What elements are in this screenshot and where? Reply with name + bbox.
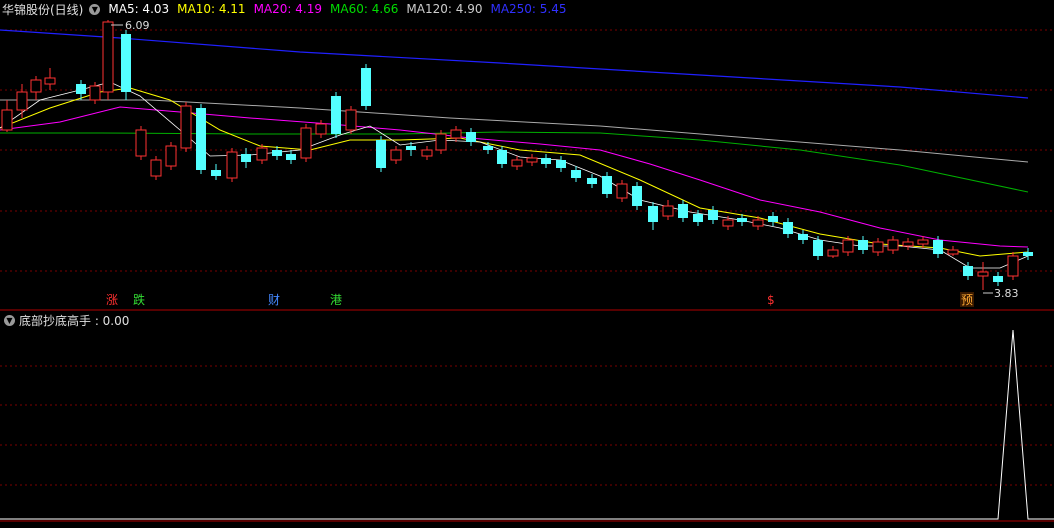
price-chart[interactable]: 6.09 3.83 涨 跌 财 港 $ 预 (0, 0, 1054, 528)
candle-body (466, 132, 476, 142)
candle-body (798, 234, 808, 240)
candle-body (331, 96, 341, 134)
candle-body (737, 218, 747, 222)
candle-body (556, 160, 566, 168)
candle-body (315, 123, 327, 135)
grid (0, 29, 1054, 486)
candle-body (887, 239, 899, 251)
candle-body (693, 214, 703, 222)
candle-body (1007, 255, 1019, 277)
candle-body (497, 150, 507, 164)
ma120-line (0, 99, 1029, 163)
candle-body (44, 77, 56, 85)
candle-body (678, 204, 688, 218)
event-tag-rise[interactable]: 涨 (106, 292, 118, 307)
event-tag-forecast[interactable]: 预 (961, 293, 973, 307)
candle-body (180, 105, 192, 149)
chevron-down-icon[interactable]: ▼ (4, 314, 15, 326)
candle-body (616, 183, 628, 199)
candle-body (196, 108, 206, 170)
event-tag-finance[interactable]: 财 (268, 293, 280, 307)
candle-body (722, 219, 734, 227)
candle-body (435, 133, 447, 151)
candlesticks (1, 20, 1033, 290)
event-tag-hk[interactable]: 港 (330, 293, 342, 307)
candle-body (226, 151, 238, 179)
candle-body (211, 170, 221, 176)
candle-body (450, 129, 462, 139)
candle-body (421, 149, 433, 157)
candle-body (827, 249, 839, 257)
candle-body (526, 157, 538, 163)
candle-body (376, 140, 386, 168)
candle-body (361, 68, 371, 106)
candle-body (511, 159, 523, 167)
candle-body (708, 210, 718, 220)
candle-body (963, 266, 973, 276)
candle-body (632, 186, 642, 206)
candle-body (1023, 252, 1033, 256)
candle-body (768, 216, 778, 222)
candle-body (783, 222, 793, 234)
candle-body (345, 109, 357, 131)
candle-body (390, 149, 402, 161)
candle-body (121, 34, 131, 92)
candle-body (76, 84, 86, 94)
candle-body (165, 145, 177, 167)
candle-body (872, 241, 884, 253)
candle-body (602, 176, 612, 194)
indicator-line (0, 329, 1054, 520)
candle-body (648, 206, 658, 222)
candle-body (977, 271, 989, 277)
candle-body (89, 85, 101, 101)
candle-body (752, 219, 764, 227)
candle-body (858, 240, 868, 250)
candle-body (571, 170, 581, 178)
candle-body (272, 150, 282, 156)
candle-body (135, 129, 147, 157)
indicator-title: 底部抄底高手 : 0.00 (19, 313, 130, 328)
candle-body (917, 239, 929, 245)
candle-body (102, 21, 114, 93)
candle-body (993, 276, 1003, 282)
candle-body (150, 159, 162, 177)
candle-body (300, 127, 312, 159)
candle-body (241, 154, 251, 162)
ma20-line (0, 106, 1029, 248)
candle-body (541, 158, 551, 164)
event-tag-fall[interactable]: 跌 (133, 292, 145, 307)
candle-body (256, 147, 268, 161)
candle-body (933, 240, 943, 254)
candle-body (902, 241, 914, 247)
candle-body (16, 91, 28, 111)
indicator-header: ▼ 底部抄底高手 : 0.00 (0, 312, 129, 328)
candle-body (813, 240, 823, 256)
ma250-line (0, 29, 1029, 99)
candle-body (662, 205, 674, 217)
candle-body (1, 109, 13, 131)
candle-body (406, 146, 416, 150)
event-tag-dollar[interactable]: $ (767, 293, 775, 307)
candle-body (286, 154, 296, 160)
candle-body (842, 239, 854, 253)
high-price-label: 6.09 (125, 19, 150, 32)
candle-body (30, 79, 42, 93)
candle-body (483, 146, 493, 150)
candle-body (947, 249, 959, 255)
candle-body (587, 178, 597, 184)
low-price-label: 3.83 (994, 287, 1019, 300)
